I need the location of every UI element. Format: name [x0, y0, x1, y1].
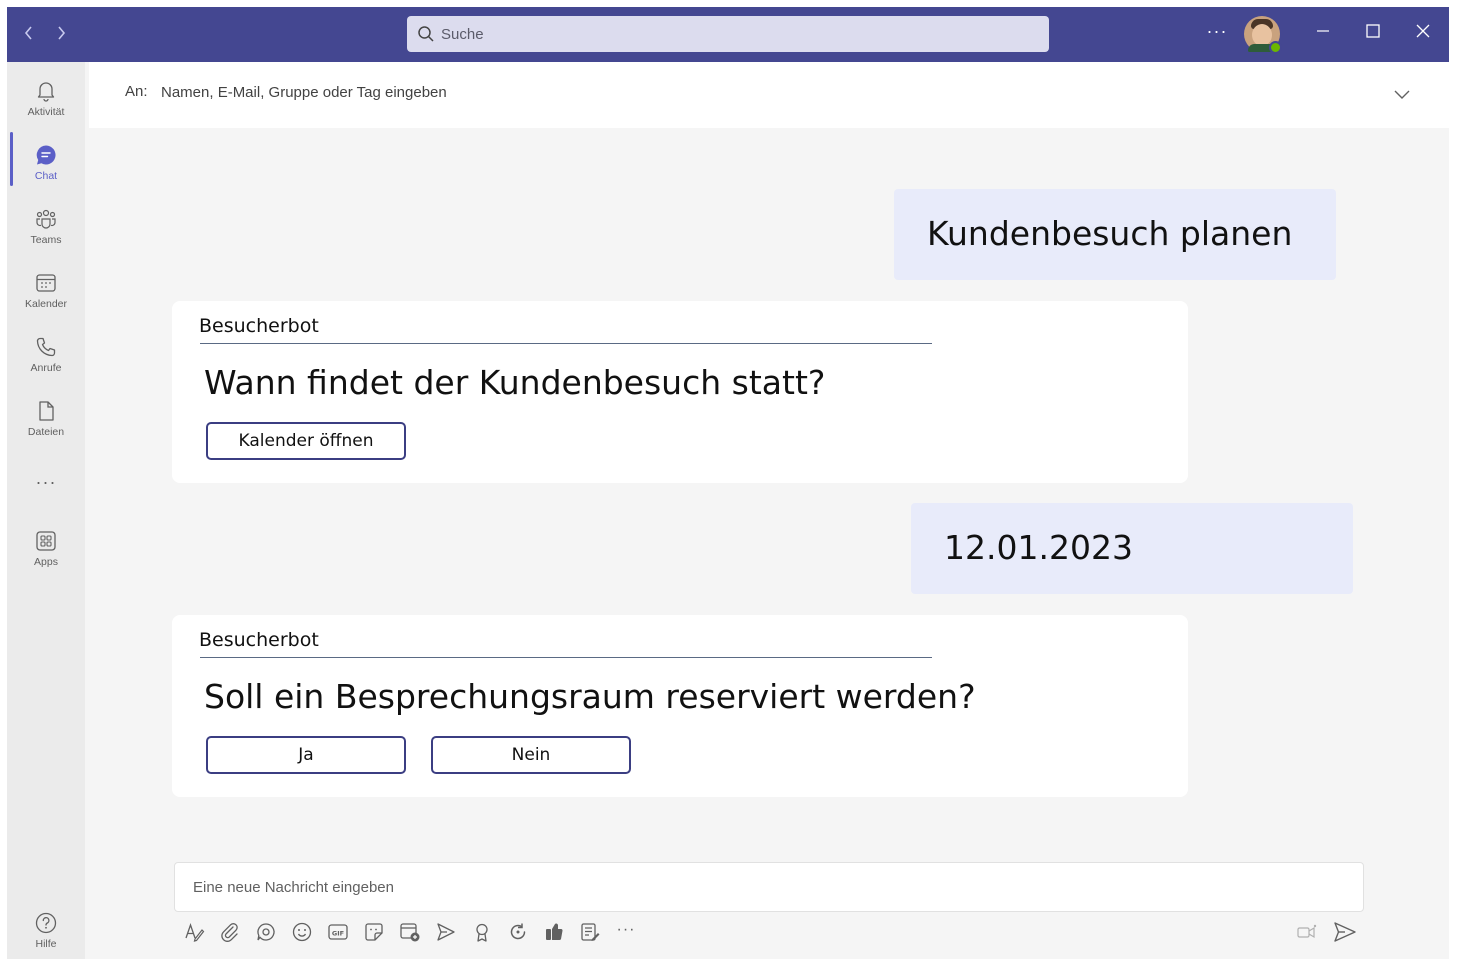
rail-item-anrufe[interactable]: Anrufe	[7, 326, 85, 386]
avatar[interactable]	[1244, 16, 1282, 54]
rail-item-apps[interactable]: Apps	[7, 520, 85, 580]
card-divider	[200, 657, 932, 658]
bot-card: Besucherbot Soll ein Besprechungsraum re…	[172, 615, 1188, 797]
close-icon[interactable]	[1405, 17, 1441, 51]
schedule-meeting-icon[interactable]	[397, 919, 423, 945]
teams-icon	[36, 209, 56, 229]
forms-icon[interactable]	[577, 919, 603, 945]
rail-item-dateien[interactable]: Dateien	[7, 390, 85, 450]
more-actions-icon[interactable]: ···	[613, 919, 639, 945]
rail-item-hilfe[interactable]: Hilfe	[7, 902, 85, 959]
card-divider	[200, 343, 932, 344]
user-message: 12.01.2023	[911, 503, 1353, 594]
bell-icon	[37, 82, 55, 102]
calendar-icon	[36, 274, 56, 292]
rail-label: Chat	[34, 170, 58, 182]
user-message: Kundenbesuch planen	[894, 189, 1336, 280]
gif-icon[interactable]: GIF	[325, 919, 351, 945]
teams-window: ··· Aktivität Chat Teams	[7, 7, 1449, 959]
apps-icon	[36, 531, 56, 551]
bot-sender-name: Besucherbot	[199, 629, 319, 651]
maximize-icon[interactable]	[1355, 17, 1391, 51]
help-icon	[35, 912, 57, 934]
rail-item-aktivitaet[interactable]: Aktivität	[7, 70, 85, 130]
message-input[interactable]	[193, 863, 1343, 911]
message-text: Kundenbesuch planen	[927, 214, 1293, 253]
rail-label: Teams	[30, 234, 62, 246]
file-icon	[39, 401, 54, 421]
search-box[interactable]	[407, 16, 1049, 52]
emoji-icon[interactable]	[289, 919, 315, 945]
app-rail: Aktivität Chat Teams Kalender Anrufe Dat…	[7, 62, 85, 959]
rail-item-chat[interactable]: Chat	[7, 134, 85, 194]
message-text: 12.01.2023	[944, 528, 1133, 567]
yes-button[interactable]: Ja	[206, 736, 406, 774]
compose-box	[174, 862, 1364, 912]
rail-label: Dateien	[27, 426, 65, 438]
recipient-input[interactable]	[161, 78, 861, 106]
svg-text:GIF: GIF	[332, 929, 344, 937]
recipient-label: An:	[125, 83, 148, 100]
minimize-icon[interactable]	[1305, 17, 1341, 51]
no-button[interactable]: Nein	[431, 736, 631, 774]
more-options-icon[interactable]: ···	[1205, 19, 1229, 47]
search-icon	[418, 26, 434, 42]
format-icon[interactable]	[181, 919, 207, 945]
more-apps-icon[interactable]: ···	[7, 472, 85, 502]
status-available-icon	[1269, 41, 1282, 54]
bot-question: Soll ein Besprechungsraum reserviert wer…	[204, 677, 976, 716]
search-input[interactable]	[441, 16, 1041, 52]
chat-icon	[36, 145, 56, 165]
sticker-icon[interactable]	[361, 919, 387, 945]
rail-label: Anrufe	[30, 362, 62, 374]
loop-icon[interactable]	[253, 919, 279, 945]
refresh-icon[interactable]	[505, 919, 531, 945]
bot-question: Wann findet der Kundenbesuch statt?	[204, 363, 826, 402]
approvals-icon[interactable]	[541, 919, 567, 945]
rail-item-teams[interactable]: Teams	[7, 198, 85, 258]
bot-sender-name: Besucherbot	[199, 315, 319, 337]
praise-icon[interactable]	[469, 919, 495, 945]
meet-now-icon[interactable]	[1295, 920, 1321, 944]
bot-card: Besucherbot Wann findet der Kundenbesuch…	[172, 301, 1188, 483]
send-icon[interactable]	[1332, 919, 1358, 945]
rail-label: Kalender	[24, 298, 68, 310]
rail-label: Apps	[34, 556, 58, 568]
open-calendar-button[interactable]: Kalender öffnen	[206, 422, 406, 460]
forward-arrow-icon[interactable]	[49, 21, 73, 47]
title-bar: ···	[7, 7, 1449, 62]
rail-label: Aktivität	[27, 106, 65, 118]
rail-label: Hilfe	[35, 938, 57, 950]
rail-item-kalender[interactable]: Kalender	[7, 262, 85, 322]
back-arrow-icon[interactable]	[17, 21, 41, 47]
stream-send-icon[interactable]	[433, 919, 459, 945]
attach-icon[interactable]	[217, 919, 243, 945]
phone-icon	[36, 337, 56, 357]
recipient-bar: An:	[89, 62, 1449, 128]
chevron-down-icon[interactable]	[1393, 88, 1411, 100]
